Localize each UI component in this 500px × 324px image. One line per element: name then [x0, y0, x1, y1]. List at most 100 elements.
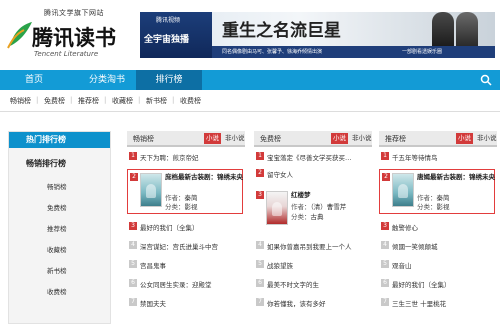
search-icon[interactable] [480, 74, 492, 86]
banner-caption-strip: 同名偶像剧由马可、张馨予、徐海乔倾情出演 一部剧看透娱乐圈 [212, 46, 495, 58]
featured-book-title[interactable]: 唐嫣最新古装剧：锦绣未央 [417, 173, 495, 182]
book-title-link[interactable]: 留守女人 [267, 169, 293, 179]
leaf-logo-icon [7, 22, 32, 49]
tab-nonfiction[interactable]: 非小说 [223, 133, 247, 144]
rank-number: 7 [256, 298, 264, 306]
rank-column-free: 免费榜 小说 非小说 1 宝宝落定《尽善文学买获买… 2 留守女人 3 红楼梦 … [254, 131, 372, 324]
nav-rankings[interactable]: 排行榜 [136, 70, 202, 90]
list-item[interactable]: 3 触警修心 [379, 220, 497, 234]
list-item[interactable]: 6 公女同居生实录：迎殿堂 [127, 277, 245, 291]
nav-home[interactable]: 首页 [8, 70, 60, 90]
subnav-free[interactable]: 免费榜 [44, 96, 65, 106]
rank-column-bestseller: 畅销榜 小说 非小说 1 天下为聘：煎京帝妃 2 庶档最新古装剧：锦绣未央 作者… [127, 131, 245, 324]
tab-fiction[interactable]: 小说 [331, 133, 348, 144]
sidebar-item-recommend[interactable]: 推荐榜 [47, 223, 67, 233]
list-item[interactable]: 5 观音山 [379, 258, 497, 272]
list-item[interactable]: 1 千五年等待情鸟 [379, 150, 497, 164]
book-title-link[interactable]: 倾國一笑倾颠城 [392, 241, 438, 251]
featured-book[interactable]: 2 唐嫣最新古装剧：锦绣未央 作者：秦简 分类：影视 [379, 169, 495, 214]
list-item[interactable]: 4 深宫谋妃：宫氏进巢斗中宫 [127, 239, 245, 253]
banner-title: 重生之名流巨星 [222, 21, 341, 41]
subnav-recommend[interactable]: 推荐榜 [78, 96, 99, 106]
book-author: 作者：（清）曹雪芹 [291, 203, 347, 211]
rank-number: 4 [256, 241, 264, 249]
logo-tagline: 腾讯文学旗下网站 [44, 9, 104, 17]
book-title-link[interactable]: 禁国夫夫 [140, 298, 166, 308]
site-header: 腾讯文学旗下网站 腾讯读书 Tencent Literature 腾讯视频 全宇… [0, 0, 500, 70]
tab-fiction[interactable]: 小说 [456, 133, 473, 144]
book-title-link[interactable]: 战狼望族 [267, 260, 293, 270]
logo-text: 腾讯读书 [32, 25, 116, 50]
rank-number: 5 [256, 260, 264, 268]
tab-nonfiction[interactable]: 非小说 [350, 133, 374, 144]
featured-book[interactable]: 2 庶档最新古装剧：锦绣未央 作者：秦简 分类：影视 [127, 169, 243, 214]
list-item[interactable]: 6 最好的我们（全集） [379, 277, 497, 291]
book-title-link[interactable]: 你若懂我，该有多好 [267, 298, 326, 308]
featured-book-title[interactable]: 红楼梦 [291, 191, 369, 200]
rank-number: 4 [381, 241, 389, 249]
book-title-link[interactable]: 天下为聘：煎京帝妃 [140, 152, 199, 162]
rank-number: 6 [129, 279, 137, 287]
list-item[interactable]: 4 倾國一笑倾颠城 [379, 239, 497, 253]
list-item[interactable]: 1 宝宝落定《尽善文学买获买… [254, 150, 372, 164]
book-title-link[interactable]: 如果你曾嘉吊到我要上一个人 [267, 241, 352, 251]
sidebar-section-title[interactable]: 畅销排行榜 [26, 158, 66, 169]
sidebar-item-free[interactable]: 免费榜 [47, 202, 67, 212]
rank-number: 6 [381, 279, 389, 287]
column-title: 畅销榜 [133, 135, 154, 143]
rank-number: 6 [256, 279, 264, 287]
list-item[interactable]: 5 宫昌鬼事 [127, 258, 245, 272]
main-nav: 首页 分类淘书 排行榜 [0, 70, 500, 90]
subnav-bestseller[interactable]: 畅销榜 [10, 96, 31, 106]
book-title-link[interactable]: 宝宝落定《尽善文学买获买… [267, 152, 352, 162]
rank-number: 1 [381, 152, 389, 160]
rank-subnav: 畅销榜 | 免费榜 | 推荐榜 | 收藏榜 | 新书榜 | 收费榜 [0, 90, 500, 112]
column-title: 推荐榜 [385, 135, 406, 143]
tab-nonfiction[interactable]: 非小说 [475, 133, 499, 144]
subnav-paid[interactable]: 收费榜 [180, 96, 201, 106]
book-title-link[interactable]: 千五年等待情鸟 [392, 152, 438, 162]
list-item[interactable]: 7 三生三世 十里桃花 [379, 296, 497, 310]
book-title-link[interactable]: 最好的我们（全集） [392, 279, 451, 289]
nav-categories[interactable]: 分类淘书 [78, 70, 136, 90]
tab-fiction[interactable]: 小说 [204, 133, 221, 144]
list-item[interactable]: 6 最美不时文字的生 [254, 277, 372, 291]
rank-number: 7 [381, 298, 389, 306]
rank-number: 1 [256, 152, 264, 160]
book-title-link[interactable]: 最美不时文字的生 [267, 279, 319, 289]
list-item[interactable]: 7 你若懂我，该有多好 [254, 296, 372, 310]
book-title-link[interactable]: 观音山 [392, 260, 412, 270]
list-item[interactable]: 1 天下为聘：煎京帝妃 [127, 150, 245, 164]
promo-banner[interactable]: 腾讯视频 全宇宙独播 重生之名流巨星 同名偶像剧由马可、张馨予、徐海乔倾情出演 … [140, 12, 495, 58]
rank-number: 4 [129, 241, 137, 249]
list-item[interactable]: 7 禁国夫夫 [127, 296, 245, 310]
banner-brand: 腾讯视频 [156, 17, 181, 24]
book-cover-image[interactable] [392, 173, 414, 207]
book-cover-image[interactable] [266, 191, 288, 225]
book-title-link[interactable]: 公女同居生实录：迎殿堂 [140, 279, 212, 289]
rank-number: 3 [381, 222, 389, 230]
list-item[interactable]: 2 留守女人 [254, 167, 372, 181]
list-item[interactable]: 3 最好的我们（全集） [127, 220, 245, 234]
featured-book-title[interactable]: 庶档最新古装剧：锦绣未央 [165, 173, 243, 182]
subnav-divider: | [104, 96, 107, 104]
subnav-favorites[interactable]: 收藏榜 [112, 96, 133, 106]
list-item[interactable]: 4 如果你曾嘉吊到我要上一个人 [254, 239, 372, 253]
sidebar-item-new[interactable]: 新书榜 [47, 265, 67, 275]
book-title-link[interactable]: 宫昌鬼事 [140, 260, 166, 270]
book-category: 分类：影视 [417, 203, 450, 211]
sidebar-item-bestseller[interactable]: 畅销榜 [47, 181, 67, 191]
book-cover-image[interactable] [140, 173, 162, 207]
book-title-link[interactable]: 深宫谋妃：宫氏进巢斗中宫 [140, 241, 218, 251]
sidebar-header: 热门排行榜 [9, 132, 110, 148]
sidebar-item-favorites[interactable]: 收藏榜 [47, 244, 67, 254]
site-logo[interactable]: 腾讯文学旗下网站 腾讯读书 Tencent Literature [4, 8, 134, 64]
banner-caption-right: 一部剧看透娱乐圈 [402, 49, 443, 55]
book-title-link[interactable]: 触警修心 [392, 222, 418, 232]
subnav-new[interactable]: 新书榜 [146, 96, 167, 106]
list-item[interactable]: 5 战狼望族 [254, 258, 372, 272]
sidebar-item-paid[interactable]: 收费榜 [47, 286, 67, 296]
featured-book[interactable]: 3 红楼梦 作者：（清）曹雪芹 分类：古典 [254, 188, 370, 233]
book-title-link[interactable]: 最好的我们（全集） [140, 222, 199, 232]
book-title-link[interactable]: 三生三世 十里桃花 [392, 298, 446, 308]
